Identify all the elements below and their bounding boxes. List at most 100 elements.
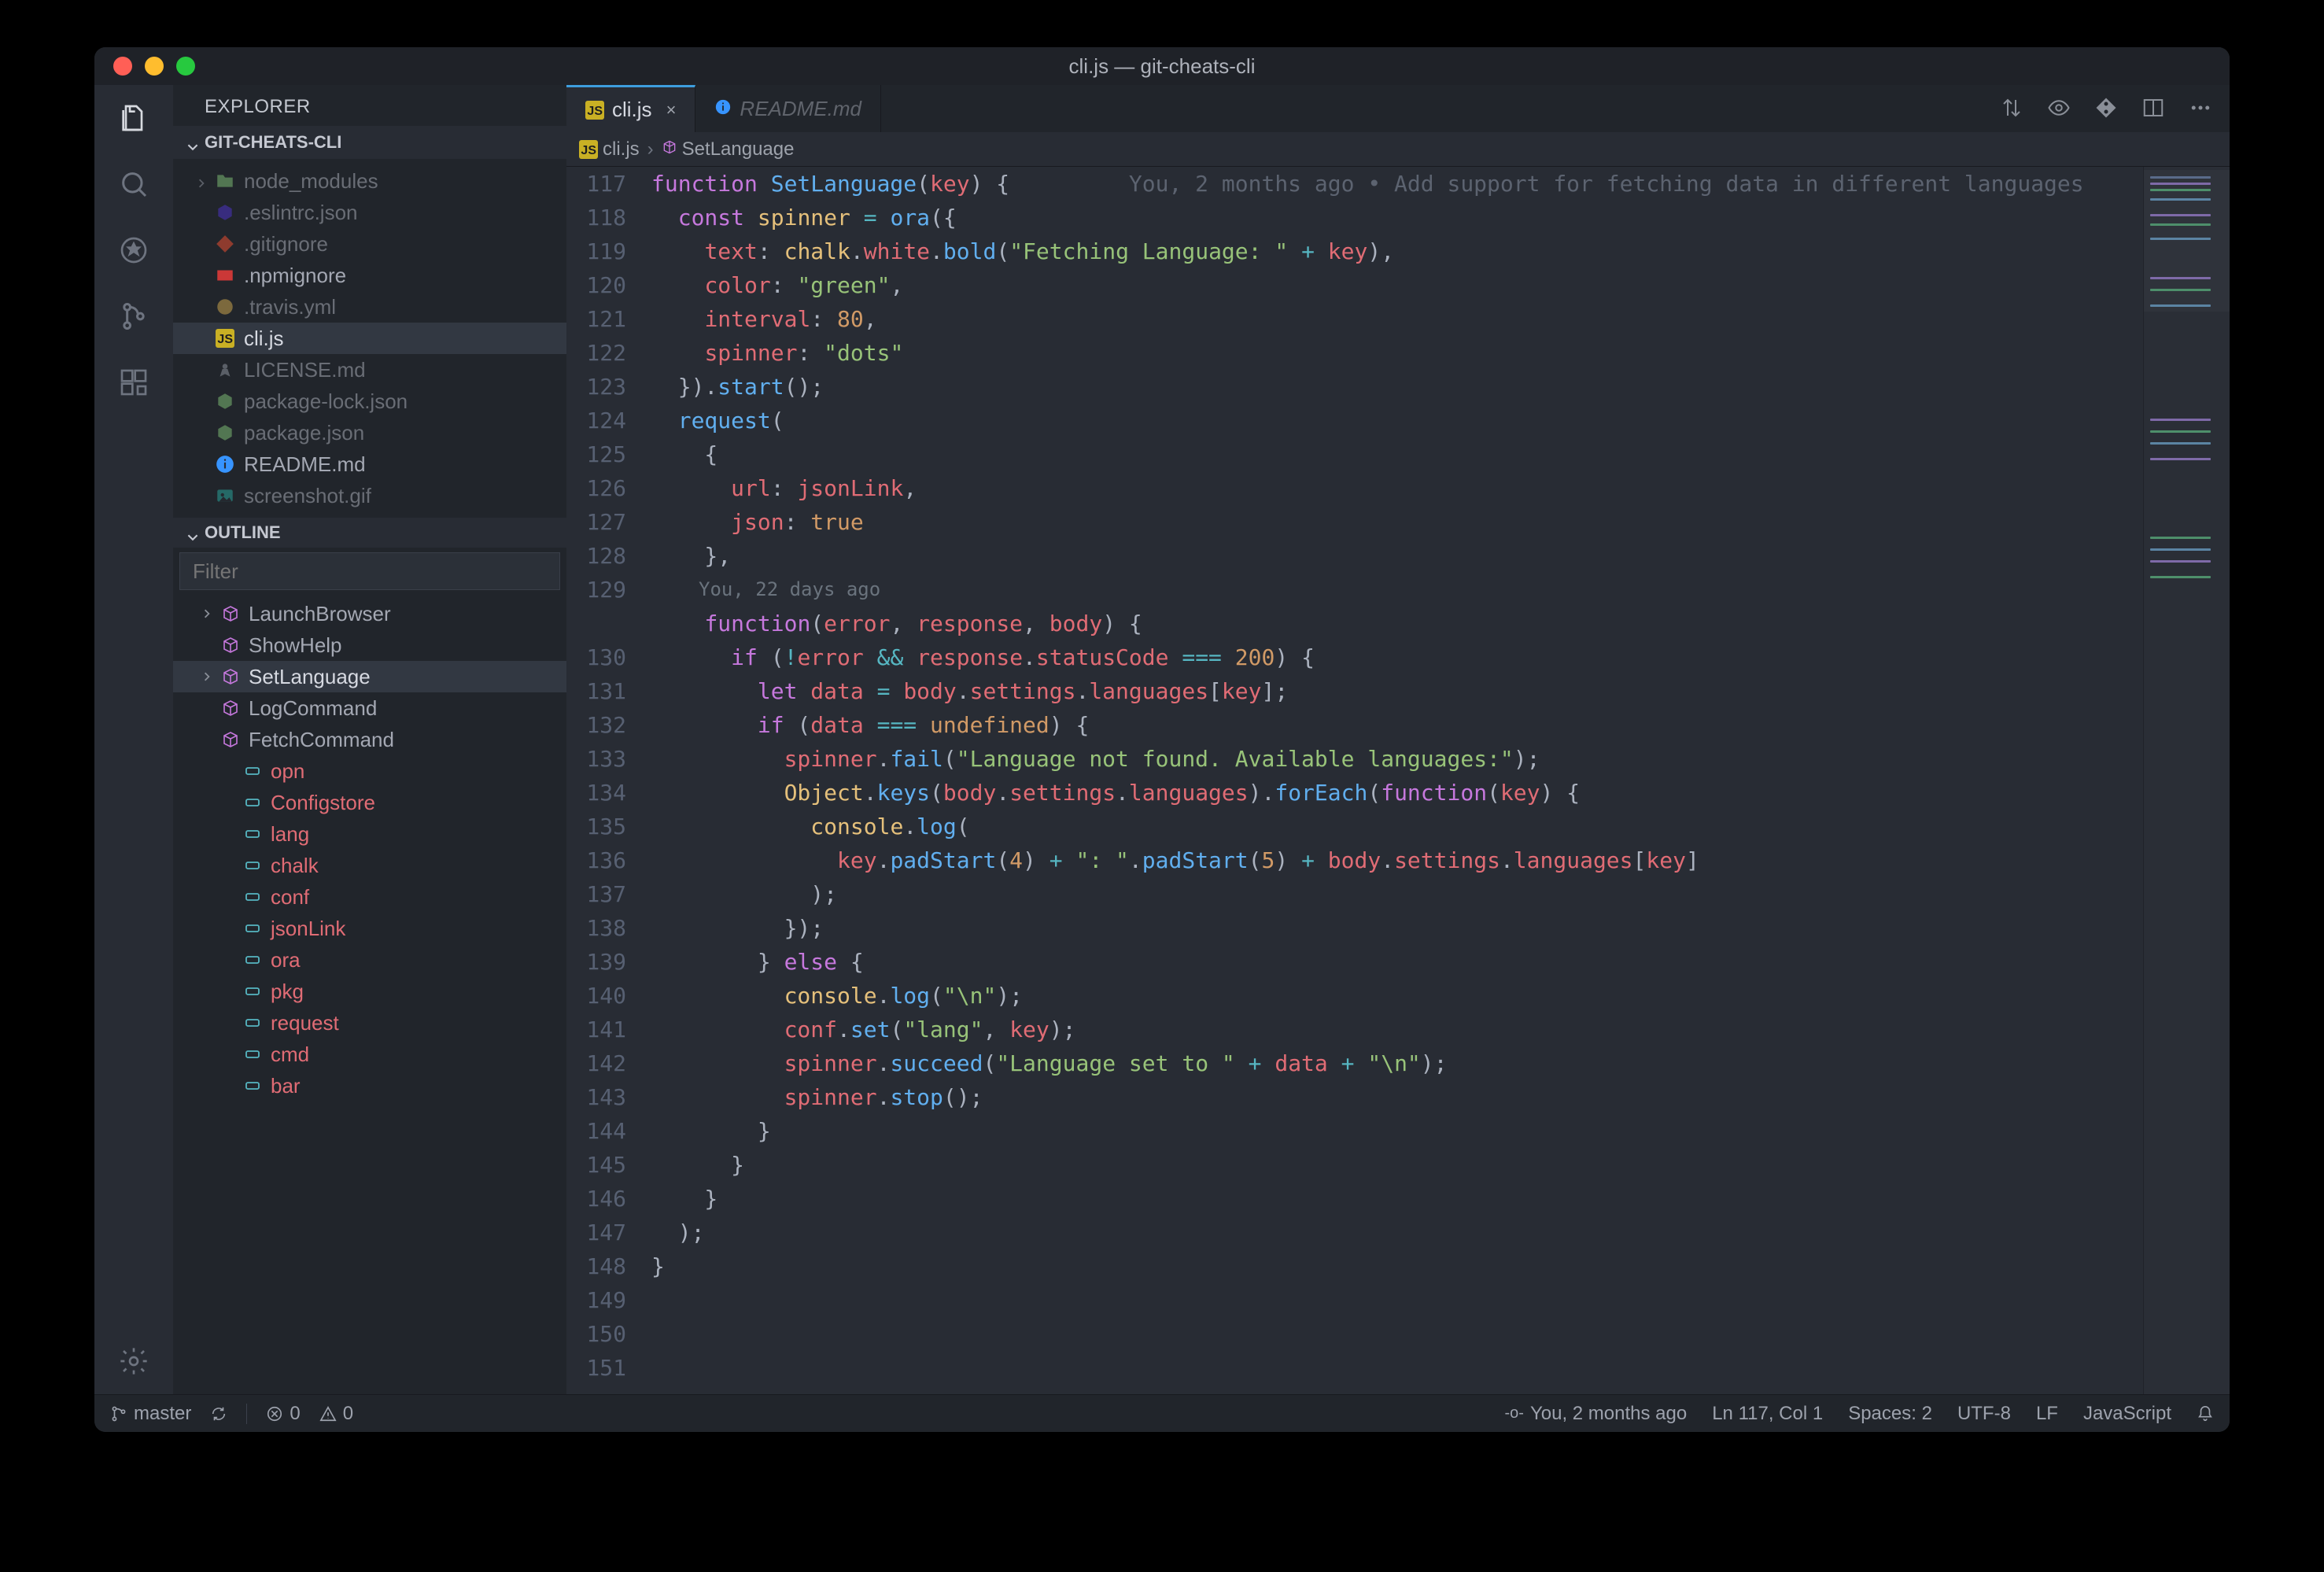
- compare-icon[interactable]: [2000, 96, 2023, 122]
- zoom-window-button[interactable]: [176, 57, 195, 76]
- file-row[interactable]: node_modules: [173, 165, 566, 197]
- outline-header[interactable]: OUTLINE: [173, 518, 566, 548]
- source-control-icon[interactable]: [115, 297, 153, 335]
- search-icon[interactable]: [115, 165, 153, 203]
- file-row[interactable]: screenshot.gif: [173, 480, 566, 511]
- language-mode-status[interactable]: JavaScript: [2083, 1403, 2171, 1425]
- file-row[interactable]: package.json: [173, 417, 566, 448]
- code-line[interactable]: function SetLanguage(key) { You, 2 month…: [651, 167, 2143, 201]
- code-line[interactable]: }).start();: [651, 370, 2143, 404]
- outline-item[interactable]: jsonLink: [173, 913, 566, 944]
- close-window-button[interactable]: [113, 57, 132, 76]
- code-line[interactable]: );: [651, 1216, 2143, 1249]
- file-name: .gitignore: [244, 232, 328, 256]
- code-view[interactable]: function SetLanguage(key) { You, 2 month…: [645, 167, 2143, 1394]
- breadcrumb-file[interactable]: cli.js: [603, 138, 640, 161]
- outline-item[interactable]: lang: [173, 818, 566, 850]
- blame-status[interactable]: -o- You, 2 months ago: [1504, 1403, 1687, 1425]
- git-icon[interactable]: [2094, 96, 2118, 122]
- outline-item[interactable]: SetLanguage: [173, 661, 566, 692]
- file-row[interactable]: .npmignore: [173, 260, 566, 291]
- more-icon[interactable]: [2189, 96, 2212, 122]
- code-line[interactable]: spinner.fail("Language not found. Availa…: [651, 742, 2143, 776]
- code-line[interactable]: if (!error && response.statusCode === 20…: [651, 640, 2143, 674]
- indentation-status[interactable]: Spaces: 2: [1848, 1403, 1932, 1425]
- outline-item[interactable]: bar: [173, 1070, 566, 1102]
- outline-item[interactable]: ShowHelp: [173, 629, 566, 661]
- code-line[interactable]: request(: [651, 404, 2143, 437]
- variable-icon: [242, 981, 263, 1002]
- breadcrumbs[interactable]: JS cli.js › SetLanguage: [566, 132, 2230, 167]
- filter-input[interactable]: [193, 559, 547, 584]
- code-line[interactable]: }: [651, 1148, 2143, 1182]
- editor-tab[interactable]: README.md: [695, 85, 881, 132]
- minimap[interactable]: [2143, 167, 2230, 1394]
- code-line[interactable]: {: [651, 437, 2143, 471]
- code-line[interactable]: }: [651, 1114, 2143, 1148]
- file-row[interactable]: JScli.js: [173, 323, 566, 354]
- outline-item[interactable]: LogCommand: [173, 692, 566, 724]
- outline-item[interactable]: conf: [173, 881, 566, 913]
- code-line[interactable]: );: [651, 877, 2143, 911]
- errors-status[interactable]: 0: [266, 1403, 300, 1425]
- file-row[interactable]: LICENSE.md: [173, 354, 566, 386]
- minimize-window-button[interactable]: [145, 57, 164, 76]
- code-line[interactable]: text: chalk.white.bold("Fetching Languag…: [651, 234, 2143, 268]
- editor-body[interactable]: 117118119120121122123124125126127128129 …: [566, 167, 2230, 1394]
- file-row[interactable]: .gitignore: [173, 228, 566, 260]
- warnings-status[interactable]: 0: [319, 1403, 353, 1425]
- breadcrumb-symbol[interactable]: SetLanguage: [682, 138, 795, 161]
- code-line[interactable]: interval: 80,: [651, 302, 2143, 336]
- code-line[interactable]: conf.set("lang", key);: [651, 1013, 2143, 1046]
- code-line[interactable]: url: jsonLink,: [651, 471, 2143, 505]
- outline-item[interactable]: cmd: [173, 1039, 566, 1070]
- code-line[interactable]: color: "green",: [651, 268, 2143, 302]
- outline-item[interactable]: Configstore: [173, 787, 566, 818]
- file-row[interactable]: README.md: [173, 448, 566, 480]
- code-line[interactable]: Object.keys(body.settings.languages).for…: [651, 776, 2143, 810]
- code-line[interactable]: console.log(: [651, 810, 2143, 843]
- explorer-icon[interactable]: [115, 99, 153, 137]
- project-header[interactable]: GIT-CHEATS-CLI: [173, 126, 566, 159]
- cursor-position-status[interactable]: Ln 117, Col 1: [1712, 1403, 1823, 1425]
- settings-gear-icon[interactable]: [115, 1342, 153, 1380]
- outline-item[interactable]: pkg: [173, 976, 566, 1007]
- sync-status[interactable]: [210, 1405, 227, 1423]
- editor-tab[interactable]: JScli.js×: [566, 85, 695, 132]
- file-row[interactable]: .travis.yml: [173, 291, 566, 323]
- outline-item[interactable]: opn: [173, 755, 566, 787]
- file-row[interactable]: .eslintrc.json: [173, 197, 566, 228]
- code-lens[interactable]: You, 22 days ago: [651, 573, 2143, 607]
- code-line[interactable]: spinner: "dots": [651, 336, 2143, 370]
- code-line[interactable]: let data = body.settings.languages[key];: [651, 674, 2143, 708]
- debug-icon[interactable]: [115, 231, 153, 269]
- code-line[interactable]: });: [651, 911, 2143, 945]
- notifications-icon[interactable]: [2197, 1405, 2214, 1423]
- outline-item[interactable]: request: [173, 1007, 566, 1039]
- code-line[interactable]: spinner.succeed("Language set to " + dat…: [651, 1046, 2143, 1080]
- eol-status[interactable]: LF: [2036, 1403, 2058, 1425]
- git-branch-status[interactable]: master: [110, 1403, 191, 1425]
- code-line[interactable]: const spinner = ora({: [651, 201, 2143, 234]
- encoding-status[interactable]: UTF-8: [1957, 1403, 2011, 1425]
- close-tab-icon[interactable]: ×: [666, 100, 677, 120]
- code-line[interactable]: function(error, response, body) {: [651, 607, 2143, 640]
- outline-item[interactable]: ora: [173, 944, 566, 976]
- preview-icon[interactable]: [2047, 96, 2071, 122]
- code-line[interactable]: } else {: [651, 945, 2143, 979]
- outline-item[interactable]: FetchCommand: [173, 724, 566, 755]
- file-row[interactable]: package-lock.json: [173, 386, 566, 417]
- code-line[interactable]: }: [651, 1182, 2143, 1216]
- code-line[interactable]: }: [651, 1249, 2143, 1283]
- outline-filter[interactable]: [179, 552, 560, 590]
- outline-item[interactable]: chalk: [173, 850, 566, 881]
- code-line[interactable]: if (data === undefined) {: [651, 708, 2143, 742]
- code-line[interactable]: },: [651, 539, 2143, 573]
- outline-item[interactable]: LaunchBrowser: [173, 598, 566, 629]
- split-editor-icon[interactable]: [2141, 96, 2165, 122]
- code-line[interactable]: console.log("\n");: [651, 979, 2143, 1013]
- code-line[interactable]: key.padStart(4) + ": ".padStart(5) + bod…: [651, 843, 2143, 877]
- code-line[interactable]: spinner.stop();: [651, 1080, 2143, 1114]
- code-line[interactable]: json: true: [651, 505, 2143, 539]
- extensions-icon[interactable]: [115, 363, 153, 401]
